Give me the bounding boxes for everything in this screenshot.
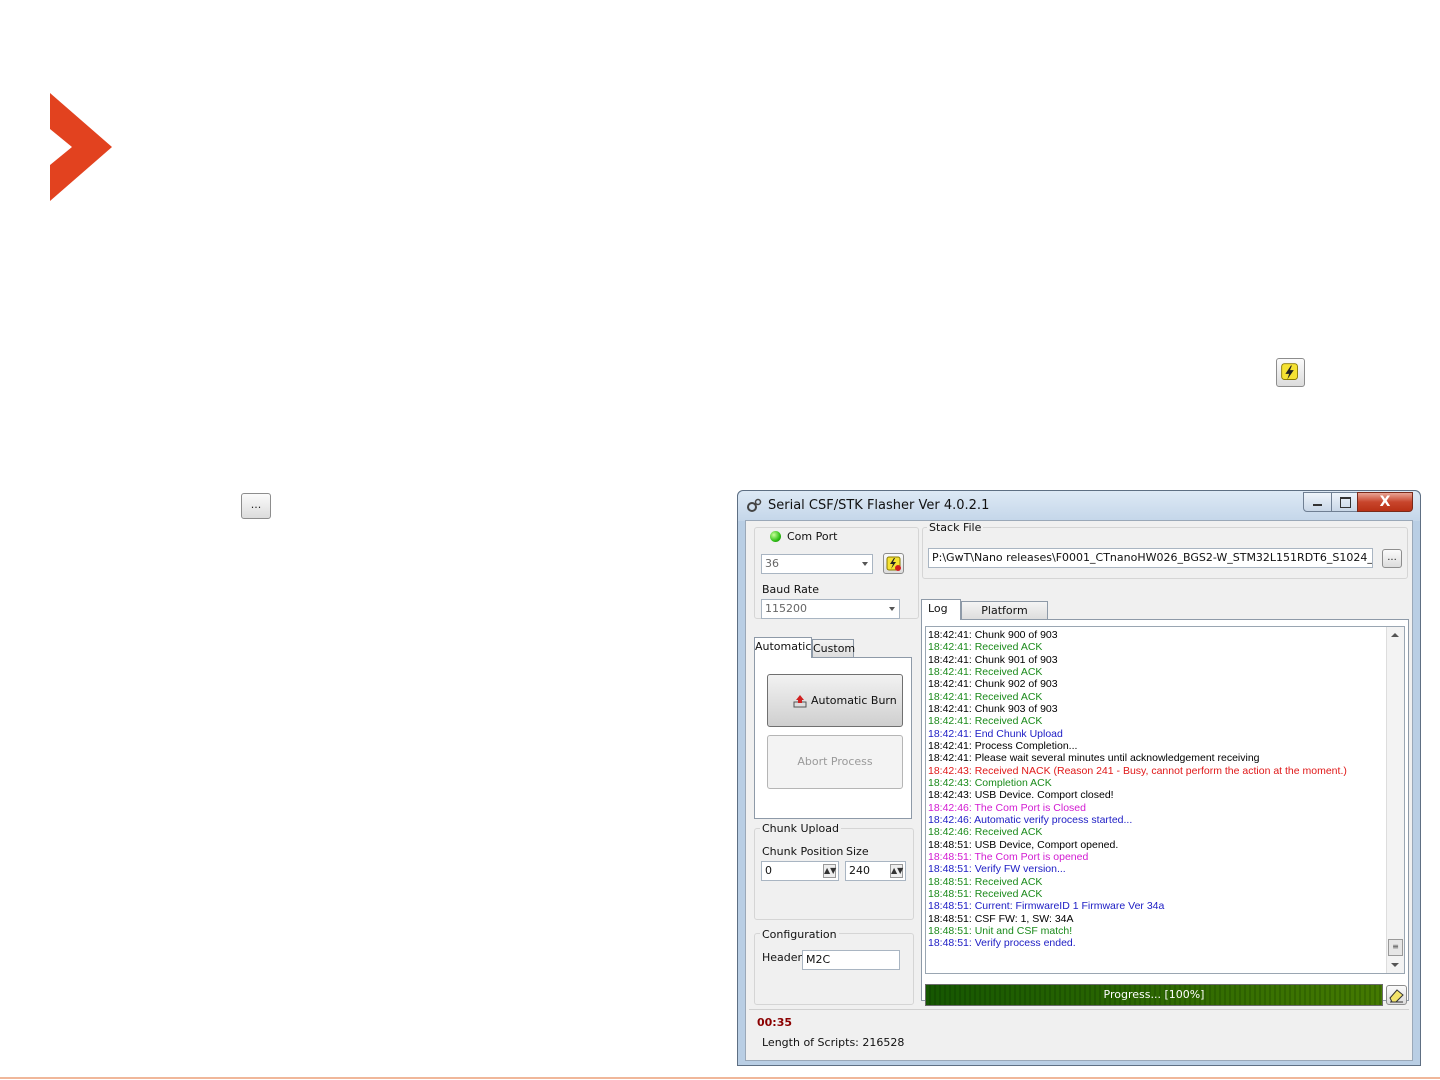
chunk-position-stepper[interactable]: 0 ▲▼	[761, 861, 839, 881]
spin-arrows-icon[interactable]: ▲▼	[823, 864, 836, 878]
com-port-select[interactable]: 36	[761, 554, 873, 574]
chunk-upload-label: Chunk Upload	[760, 822, 842, 835]
tab-custom[interactable]: Custom	[812, 639, 855, 658]
chevron-down-icon	[889, 607, 895, 611]
title-bar[interactable]: Serial CSF/STK Flasher Ver 4.0.2.1 X	[738, 491, 1420, 521]
log-entry: 18:42:41: Received ACK	[928, 641, 1043, 654]
chunk-position-value: 0	[765, 864, 772, 877]
clear-log-button[interactable]	[1386, 985, 1407, 1005]
log-entry: 18:48:51: Unit and CSF match!	[928, 924, 1073, 937]
log-entry: 18:48:51: USB Device, Comport opened.	[928, 838, 1119, 851]
com-status-led	[770, 531, 781, 542]
log-scrollbar[interactable]: ≡	[1386, 627, 1404, 973]
flasher-window: Serial CSF/STK Flasher Ver 4.0.2.1 X Com…	[737, 490, 1421, 1066]
log-entry: 18:42:41: Chunk 900 of 903	[928, 629, 1058, 641]
com-port-label: Com Port	[785, 530, 840, 543]
chevron-down-icon	[862, 562, 868, 566]
script-length-text: Length of Scripts: 216528	[762, 1036, 905, 1049]
log-entry: 18:42:41: Chunk 902 of 903	[928, 678, 1058, 691]
scroll-down-icon[interactable]	[1391, 963, 1399, 967]
baud-rate-label: Baud Rate	[762, 583, 819, 596]
gears-app-icon	[747, 498, 762, 512]
log-entry: 18:42:41: Chunk 903 of 903	[928, 702, 1058, 715]
footer-divider	[0, 1077, 1440, 1079]
log-entry: 18:42:41: Process Completion...	[928, 739, 1078, 752]
log-entry: 18:42:46: Received ACK	[928, 826, 1043, 839]
eraser-icon	[1389, 989, 1404, 1003]
browse-button[interactable]: ...	[241, 493, 271, 519]
log-entry: 18:48:51: Received ACK	[928, 875, 1043, 888]
logo-shape	[50, 93, 112, 201]
configuration-label: Configuration	[760, 928, 839, 941]
log-entry: 18:42:41: Please wait several minutes un…	[928, 752, 1260, 765]
stack-file-browse-button[interactable]: ...	[1382, 549, 1402, 568]
log-entry: 18:42:43: Completion ACK	[928, 776, 1052, 789]
com-refresh-button[interactable]	[883, 553, 904, 574]
baud-rate-select[interactable]: 115200	[761, 599, 900, 619]
scroll-up-icon[interactable]	[1391, 633, 1399, 637]
abort-process-button[interactable]: Abort Process	[767, 735, 903, 789]
chunk-size-value: 240	[849, 864, 870, 877]
spin-arrows-icon[interactable]: ▲▼	[890, 864, 903, 878]
close-button[interactable]: X	[1357, 492, 1413, 512]
log-entry: 18:42:41: Received ACK	[928, 665, 1043, 678]
progress-bar: Progress... [100%]	[925, 984, 1383, 1006]
log-entry: 18:42:41: End Chunk Upload	[928, 727, 1063, 740]
log-entry: 18:48:51: The Com Port is opened	[928, 850, 1089, 863]
baud-rate-value: 115200	[765, 602, 807, 615]
log-entry: 18:42:43: Received NACK (Reason 241 - Bu…	[928, 764, 1347, 777]
log-entry: 18:42:46: Automatic verify process start…	[928, 813, 1133, 826]
flash-button[interactable]	[1276, 358, 1305, 387]
log-entry: 18:48:51: Received ACK	[928, 887, 1043, 900]
minimize-icon	[1313, 504, 1322, 506]
abort-process-label: Abort Process	[797, 755, 873, 768]
log-entry: 18:42:41: Received ACK	[928, 690, 1043, 703]
log-entry: 18:48:51: CSF FW: 1, SW: 34A	[928, 912, 1074, 925]
chunk-size-label: Size	[846, 845, 869, 858]
log-entry: 18:42:41: Received ACK	[928, 715, 1043, 728]
log-entry: 18:42:41: Chunk 901 of 903	[928, 653, 1058, 666]
close-icon: X	[1379, 494, 1391, 510]
log-tab-panel: 18:42:41: Chunk 900 of 903 18:42:41: Rece…	[921, 619, 1409, 1006]
automatic-burn-button[interactable]: Automatic Burn	[767, 674, 903, 727]
lightning-disconnect-icon	[886, 556, 901, 571]
chunk-size-stepper[interactable]: 240 ▲▼	[845, 861, 906, 881]
tab-automatic[interactable]: Automatic	[754, 637, 812, 658]
tab-platform-manifest[interactable]: Platform Manifest	[961, 601, 1048, 635]
log-entry: 18:48:51: Current: FirmwareID 1 Firmware…	[928, 900, 1165, 913]
window-title: Serial CSF/STK Flasher Ver 4.0.2.1	[768, 498, 990, 513]
brand-chevron-logo	[50, 93, 112, 201]
log-entry: 18:42:46: The Com Port is Closed	[928, 801, 1086, 814]
lightning-bolt-icon	[1281, 363, 1298, 380]
elapsed-timer: 00:35	[757, 1016, 793, 1029]
tab-log[interactable]: Log	[921, 599, 961, 620]
chunk-position-label: Chunk Position	[762, 845, 844, 858]
maximize-button[interactable]	[1331, 492, 1358, 512]
maximize-icon	[1340, 497, 1351, 508]
minimize-button[interactable]	[1303, 492, 1332, 512]
stack-file-path-input[interactable]: P:\GwT\Nano releases\F0001_CTnanoHW026_B…	[928, 548, 1373, 568]
progress-label: Progress... [100%]	[1103, 988, 1205, 1001]
header-label: Header	[762, 951, 803, 964]
com-port-value: 36	[765, 557, 779, 570]
log-entry: 18:48:51: Verify process ended.	[928, 937, 1076, 950]
header-input[interactable]: M2C	[802, 950, 900, 970]
log-entry: 18:42:43: USB Device. Comport closed!	[928, 789, 1114, 802]
status-area	[749, 1009, 1409, 1059]
log-entry: 18:48:51: Verify FW version...	[928, 863, 1066, 876]
scroll-thumb[interactable]: ≡	[1388, 939, 1403, 956]
automatic-burn-label: Automatic Burn	[811, 694, 897, 707]
upload-icon	[793, 695, 807, 708]
stack-file-label: Stack File	[927, 521, 984, 534]
window-client-area: Com Port 36 Baud Rate 115200 Automatic C…	[745, 520, 1413, 1061]
log-list[interactable]: 18:42:41: Chunk 900 of 903 18:42:41: Rece…	[925, 626, 1405, 974]
